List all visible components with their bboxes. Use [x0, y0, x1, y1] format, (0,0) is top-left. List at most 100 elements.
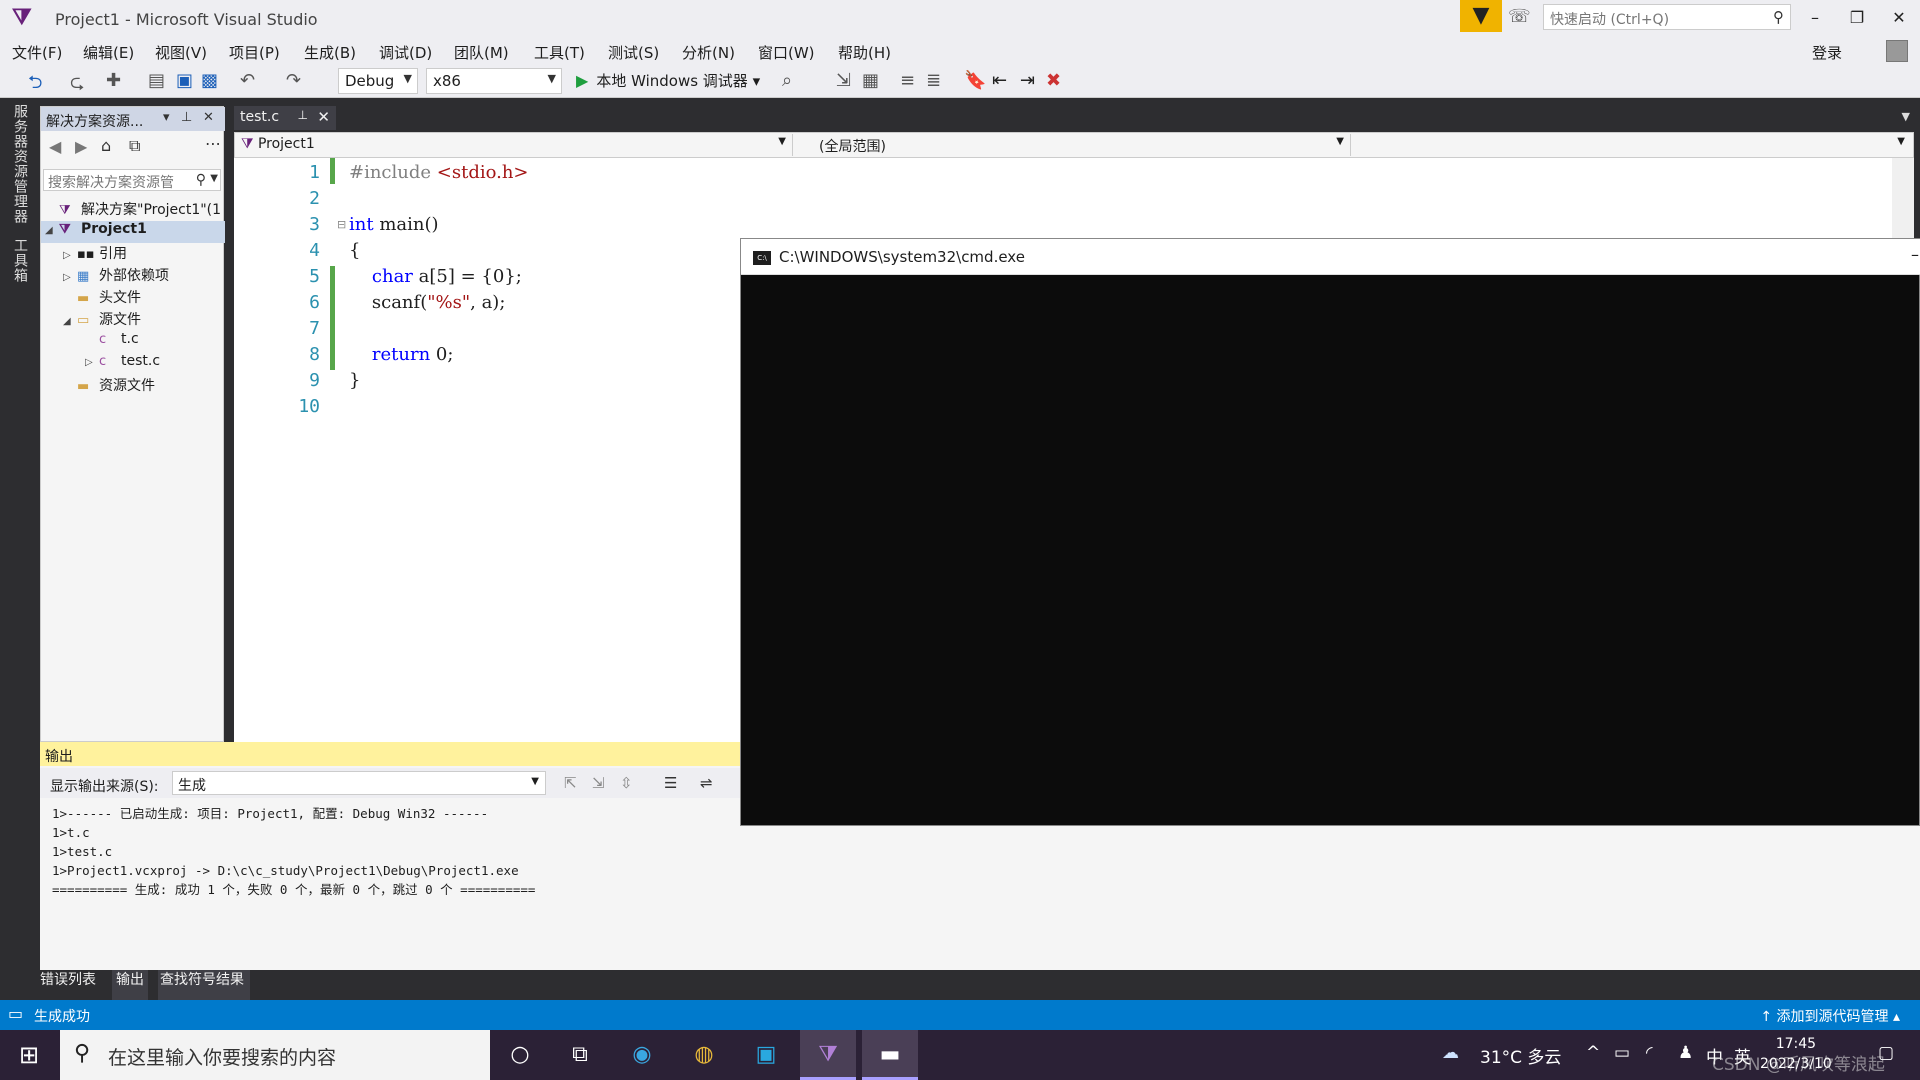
- restore-button[interactable]: ❐: [1837, 4, 1877, 32]
- scope-nav-select[interactable]: (全局范围) ▼: [799, 134, 1351, 156]
- tree-node-resource-files[interactable]: ▬ 资源文件: [63, 375, 155, 397]
- tree-node-test-c[interactable]: ▷ c test.c: [85, 353, 160, 375]
- goto-next-message-icon[interactable]: ⇲: [592, 774, 605, 792]
- tab-error-list[interactable]: 错误列表: [40, 970, 106, 1000]
- redo-icon[interactable]: ↷: [286, 70, 301, 91]
- format-icon[interactable]: ▦: [862, 70, 879, 91]
- new-project-icon[interactable]: ✚: [106, 70, 121, 91]
- tab-overflow-icon[interactable]: ▼: [1902, 110, 1910, 123]
- cortana-icon[interactable]: ○: [492, 1030, 548, 1080]
- server-explorer-tab[interactable]: 服务器资源管理器: [10, 104, 30, 224]
- close-button[interactable]: ✕: [1879, 4, 1919, 32]
- prev-bookmark-icon[interactable]: ⇤: [992, 70, 1007, 91]
- cmd-taskbar-icon[interactable]: ▬: [862, 1030, 918, 1080]
- pin-icon[interactable]: ⊥: [181, 110, 192, 125]
- tree-node-t-c[interactable]: c t.c: [85, 331, 139, 353]
- clear-bookmarks-icon[interactable]: ✖: [1046, 70, 1061, 91]
- pin-icon[interactable]: ⊥: [298, 108, 308, 122]
- edge-icon[interactable]: ◉: [614, 1030, 670, 1080]
- member-nav-select[interactable]: ▼: [1357, 134, 1911, 156]
- notification-icon[interactable]: ▢: [1878, 1043, 1894, 1063]
- collapse-icon[interactable]: ◢: [45, 225, 59, 236]
- dropdown-icon[interactable]: ▾: [163, 110, 170, 125]
- taskbar-search-input[interactable]: ⚲ 在这里输入你要搜索的内容: [60, 1030, 490, 1080]
- back-icon[interactable]: ◀: [49, 137, 61, 156]
- find-icon[interactable]: ⌕: [782, 70, 792, 91]
- uncomment-icon[interactable]: ≣: [926, 70, 941, 91]
- chrome-icon[interactable]: ◍: [676, 1030, 732, 1080]
- menu-file[interactable]: 文件(F): [12, 42, 62, 63]
- configuration-select[interactable]: Debug ▼: [338, 68, 418, 94]
- qq-icon[interactable]: ♟: [1678, 1043, 1693, 1063]
- collapse-icon[interactable]: ◢: [63, 316, 77, 327]
- start-debugging-button[interactable]: ▶ 本地 Windows 调试器 ▾: [576, 70, 760, 91]
- find-message-icon[interactable]: ⇳: [620, 774, 633, 792]
- login-link[interactable]: 登录: [1812, 42, 1842, 63]
- menu-window[interactable]: 窗口(W): [758, 42, 815, 63]
- save-icon[interactable]: ▣: [176, 70, 193, 91]
- account-avatar[interactable]: [1886, 40, 1908, 62]
- tree-node-header-files[interactable]: ▬ 头文件: [63, 287, 141, 309]
- menu-view[interactable]: 视图(V): [155, 42, 207, 63]
- bookmark-icon[interactable]: 🔖: [964, 70, 986, 91]
- task-view-icon[interactable]: ⧉: [552, 1030, 608, 1080]
- menu-test[interactable]: 测试(S): [608, 42, 659, 63]
- cmd-title-bar[interactable]: C:\ C:\WINDOWS\system32\cmd.exe –: [741, 239, 1920, 275]
- wifi-icon[interactable]: ◜: [1646, 1043, 1653, 1063]
- expand-icon[interactable]: ▷: [63, 272, 77, 283]
- menu-project[interactable]: 项目(P): [229, 42, 280, 63]
- tree-node-source-files[interactable]: ◢ ▭ 源文件: [63, 309, 141, 331]
- menu-debug[interactable]: 调试(D): [379, 42, 432, 63]
- tree-node-project[interactable]: ◢ ⧩ Project1: [41, 221, 225, 243]
- tab-output[interactable]: 输出: [112, 970, 148, 1000]
- back-icon[interactable]: ⮌: [28, 70, 42, 100]
- home-icon[interactable]: ⌂: [101, 136, 111, 155]
- close-icon[interactable]: ✕: [317, 108, 330, 126]
- menu-tools[interactable]: 工具(T): [534, 42, 585, 63]
- tree-node-external-deps[interactable]: ▷ ▦ 外部依赖项: [63, 265, 169, 287]
- tray-overflow-icon[interactable]: ^: [1586, 1043, 1600, 1063]
- close-icon[interactable]: ✕: [203, 110, 214, 125]
- menu-analyze[interactable]: 分析(N): [682, 42, 735, 63]
- toolbox-tab[interactable]: 工具箱: [10, 238, 30, 283]
- step-icon[interactable]: ⇲: [836, 70, 851, 91]
- collapse-region-icon[interactable]: ⊟: [337, 218, 346, 231]
- open-file-icon[interactable]: ▤: [148, 70, 165, 91]
- cmd-window[interactable]: C:\ C:\WINDOWS\system32\cmd.exe –: [740, 238, 1920, 826]
- tab-test-c[interactable]: test.c ⊥ ✕: [234, 106, 336, 130]
- tab-find-symbol-results[interactable]: 查找符号结果: [158, 970, 250, 1000]
- solution-search-input[interactable]: 搜索解决方案资源管 ⚲ ▼: [43, 169, 221, 191]
- comment-icon[interactable]: ≡: [900, 70, 915, 91]
- weather-text[interactable]: 31°C 多云: [1480, 1043, 1561, 1068]
- word-wrap-icon[interactable]: ⇌: [700, 774, 713, 792]
- sync-icon[interactable]: ⧉: [129, 136, 140, 156]
- platform-select[interactable]: x86 ▼: [426, 68, 562, 94]
- battery-icon[interactable]: ▭: [1614, 1043, 1630, 1063]
- menu-help[interactable]: 帮助(H): [838, 42, 891, 63]
- undo-icon[interactable]: ↶: [240, 70, 255, 91]
- forward-icon[interactable]: ⮎: [70, 70, 84, 100]
- next-bookmark-icon[interactable]: ⇥: [1020, 70, 1035, 91]
- feedback-icon[interactable]: ☏: [1508, 6, 1532, 30]
- expand-icon[interactable]: ▷: [63, 250, 77, 261]
- tree-node-references[interactable]: ▷ ▪▪ 引用: [63, 243, 127, 265]
- taskbar-clock[interactable]: 17:45 2022/3/10: [1760, 1034, 1832, 1074]
- add-to-source-control-button[interactable]: ↑ 添加到源代码管理 ▴: [1760, 1006, 1900, 1026]
- menu-edit[interactable]: 编辑(E): [83, 42, 134, 63]
- windows-start-icon[interactable]: ⊞: [0, 1030, 58, 1080]
- notification-flag-icon[interactable]: ▼: [1460, 0, 1502, 32]
- tree-node-solution[interactable]: ⧩ 解决方案"Project1"(1: [45, 199, 221, 221]
- minimize-button[interactable]: –: [1795, 4, 1835, 32]
- forward-icon[interactable]: ▶: [75, 137, 87, 156]
- goto-prev-message-icon[interactable]: ⇱: [564, 774, 577, 792]
- output-source-select[interactable]: 生成 ▼: [172, 771, 546, 795]
- save-all-icon[interactable]: ▩: [201, 70, 218, 91]
- visual-studio-taskbar-icon[interactable]: ⧩: [800, 1030, 856, 1080]
- expand-icon[interactable]: ▷: [85, 357, 99, 368]
- project-nav-select[interactable]: ⧩ Project1 ▼: [237, 134, 793, 156]
- minimize-button[interactable]: –: [1911, 245, 1919, 264]
- bilibili-icon[interactable]: ▣: [738, 1030, 794, 1080]
- menu-build[interactable]: 生成(B): [304, 42, 356, 63]
- menu-team[interactable]: 团队(M): [454, 42, 509, 63]
- clear-all-icon[interactable]: ☰: [664, 774, 677, 792]
